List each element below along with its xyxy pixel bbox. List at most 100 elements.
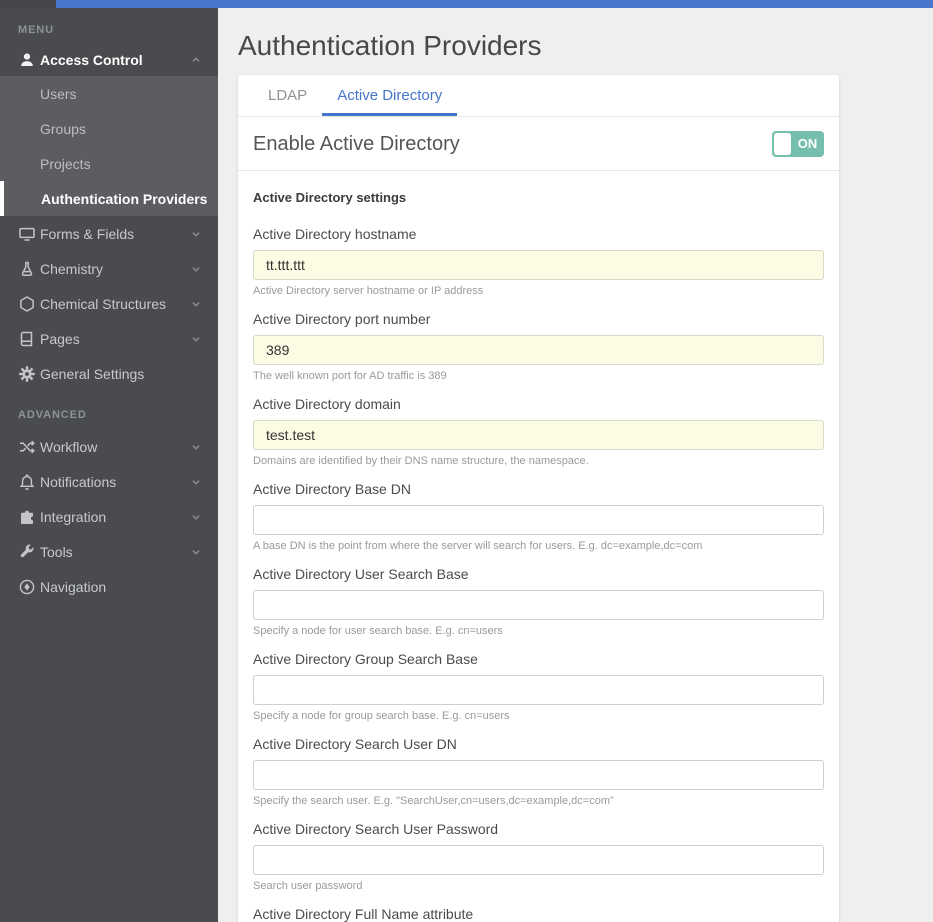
sidebar-section-menu: MENU	[0, 8, 218, 44]
monitor-icon	[18, 225, 40, 243]
chevron-down-icon	[186, 439, 204, 455]
field-label: Active Directory Search User Password	[253, 820, 824, 838]
bell-icon	[18, 473, 40, 491]
chevron-down-icon	[186, 544, 204, 560]
sidebar-item-forms-fields[interactable]: Forms & Fields	[0, 216, 218, 251]
chevron-down-icon	[186, 296, 204, 312]
sidebar-item-users[interactable]: Users	[0, 76, 218, 111]
field-help: Domains are identified by their DNS name…	[253, 455, 824, 468]
flask-icon	[18, 260, 40, 278]
field-label: Active Directory Base DN	[253, 480, 824, 498]
field-label: Active Directory Full Name attribute	[253, 905, 824, 922]
tab-bar: LDAP Active Directory	[238, 75, 839, 117]
main-content: Authentication Providers LDAP Active Dir…	[218, 8, 933, 922]
settings-section: Active Directory settings Active Directo…	[238, 171, 839, 922]
sidebar-item-authentication-providers[interactable]: Authentication Providers	[0, 181, 218, 216]
field-label: Active Directory port number	[253, 310, 824, 328]
sidebar-item-label: Navigation	[40, 579, 186, 595]
toggle-knob	[774, 133, 791, 155]
sidebar-item-label: General Settings	[40, 366, 186, 382]
field-user-search-base: Active Directory User Search Base Specif…	[253, 565, 824, 638]
sidebar-item-label: Access Control	[40, 52, 186, 68]
field-help: Active Directory server hostname or IP a…	[253, 285, 824, 298]
field-search-user-password: Active Directory Search User Password Se…	[253, 820, 824, 893]
book-icon	[18, 330, 40, 348]
chevron-down-icon	[186, 509, 204, 525]
domain-input[interactable]	[253, 420, 824, 450]
field-group-search-base: Active Directory Group Search Base Speci…	[253, 650, 824, 723]
field-label: Active Directory User Search Base	[253, 565, 824, 583]
enable-heading: Enable Active Directory	[253, 130, 460, 158]
field-domain: Active Directory domain Domains are iden…	[253, 395, 824, 468]
field-base-dn: Active Directory Base DN A base DN is th…	[253, 480, 824, 553]
user-search-base-input[interactable]	[253, 590, 824, 620]
sidebar-item-chemistry[interactable]: Chemistry	[0, 251, 218, 286]
sidebar-section-advanced: ADVANCED	[0, 391, 218, 429]
search-user-dn-input[interactable]	[253, 760, 824, 790]
sidebar-item-pages[interactable]: Pages	[0, 321, 218, 356]
sidebar-item-label: Chemical Structures	[40, 296, 186, 312]
wrench-icon	[18, 543, 40, 561]
top-accent-bar	[0, 0, 933, 8]
sidebar-item-label: Integration	[40, 509, 186, 525]
sidebar-item-label: Groups	[40, 121, 86, 137]
auth-providers-card: LDAP Active Directory Enable Active Dire…	[238, 75, 839, 922]
toggle-on-label: ON	[791, 131, 824, 157]
sidebar-item-groups[interactable]: Groups	[0, 111, 218, 146]
chevron-down-icon	[186, 474, 204, 490]
shuffle-icon	[18, 438, 40, 456]
top-corner	[0, 0, 56, 8]
hexagon-icon	[18, 295, 40, 313]
sidebar-item-label: Tools	[40, 544, 186, 560]
field-help: A base DN is the point from where the se…	[253, 540, 824, 553]
sidebar-item-integration[interactable]: Integration	[0, 499, 218, 534]
field-help: Search user password	[253, 880, 824, 893]
field-hostname: Active Directory hostname Active Directo…	[253, 225, 824, 298]
enable-toggle[interactable]: ON	[772, 131, 824, 157]
field-help: Specify a node for user search base. E.g…	[253, 625, 824, 638]
field-search-user-dn: Active Directory Search User DN Specify …	[253, 735, 824, 808]
sidebar-item-projects[interactable]: Projects	[0, 146, 218, 181]
sidebar-item-general-settings[interactable]: General Settings	[0, 356, 218, 391]
chevron-down-icon	[186, 331, 204, 347]
field-label: Active Directory hostname	[253, 225, 824, 243]
sidebar: MENU Access Control Users Groups Project…	[0, 8, 218, 922]
sidebar-item-label: Pages	[40, 331, 186, 347]
field-label: Active Directory domain	[253, 395, 824, 413]
field-help: The well known port for AD traffic is 38…	[253, 370, 824, 383]
field-help: Specify a node for group search base. E.…	[253, 710, 824, 723]
sidebar-item-navigation[interactable]: Navigation	[0, 569, 218, 604]
compass-icon	[18, 578, 40, 596]
sidebar-item-access-control[interactable]: Access Control	[0, 44, 218, 76]
group-search-base-input[interactable]	[253, 675, 824, 705]
field-help: Specify the search user. E.g. "SearchUse…	[253, 795, 824, 808]
chevron-down-icon	[186, 226, 204, 242]
search-user-password-input[interactable]	[253, 845, 824, 875]
sidebar-item-label: Workflow	[40, 439, 186, 455]
puzzle-icon	[18, 508, 40, 526]
field-label: Active Directory Search User DN	[253, 735, 824, 753]
tab-active-directory[interactable]: Active Directory	[322, 75, 457, 116]
base-dn-input[interactable]	[253, 505, 824, 535]
sidebar-item-label: Projects	[40, 156, 91, 172]
sidebar-item-label: Notifications	[40, 474, 186, 490]
port-input[interactable]	[253, 335, 824, 365]
page-title: Authentication Providers	[218, 8, 933, 64]
sidebar-item-chemical-structures[interactable]: Chemical Structures	[0, 286, 218, 321]
settings-heading: Active Directory settings	[253, 191, 824, 205]
sidebar-item-label: Authentication Providers	[41, 191, 207, 207]
sidebar-item-label: Forms & Fields	[40, 226, 186, 242]
sidebar-item-workflow[interactable]: Workflow	[0, 429, 218, 464]
gear-icon	[18, 365, 40, 383]
sidebar-item-label: Chemistry	[40, 261, 186, 277]
field-port: Active Directory port number The well kn…	[253, 310, 824, 383]
hostname-input[interactable]	[253, 250, 824, 280]
sidebar-item-notifications[interactable]: Notifications	[0, 464, 218, 499]
sidebar-item-tools[interactable]: Tools	[0, 534, 218, 569]
field-full-name-attribute: Active Directory Full Name attribute	[253, 905, 824, 922]
user-icon	[18, 51, 40, 69]
sidebar-item-label: Users	[40, 86, 77, 102]
field-label: Active Directory Group Search Base	[253, 650, 824, 668]
access-control-submenu: Users Groups Projects Authentication Pro…	[0, 76, 218, 216]
tab-ldap[interactable]: LDAP	[253, 75, 322, 116]
